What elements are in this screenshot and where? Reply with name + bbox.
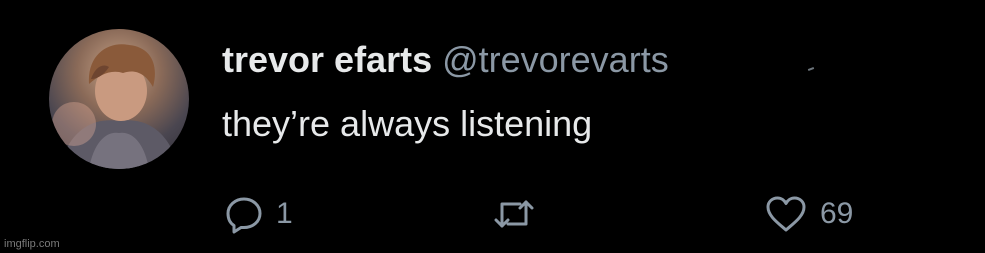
reply-icon [226, 197, 262, 234]
avatar[interactable] [49, 29, 189, 169]
avatar-photo-icon [52, 44, 179, 169]
tweet-card: trevor efarts @trevorevarts they’re alway… [0, 0, 985, 253]
display-name[interactable]: trevor efarts [222, 39, 432, 80]
retweet-button[interactable] [492, 192, 548, 236]
tweet-text: they’re always listening [222, 103, 593, 144]
watermark: imgflip.com [4, 238, 60, 250]
user-handle[interactable]: @trevorevarts [442, 39, 669, 80]
reply-button[interactable]: 1 [224, 192, 293, 236]
like-count: 69 [820, 197, 854, 230]
reply-count: 1 [276, 197, 293, 230]
heart-icon [766, 196, 806, 232]
like-button[interactable]: 69 [764, 192, 853, 236]
retweet-icon [494, 200, 534, 228]
tweet-header: trevor efarts @trevorevarts [222, 38, 669, 82]
separator-mark [807, 67, 815, 71]
